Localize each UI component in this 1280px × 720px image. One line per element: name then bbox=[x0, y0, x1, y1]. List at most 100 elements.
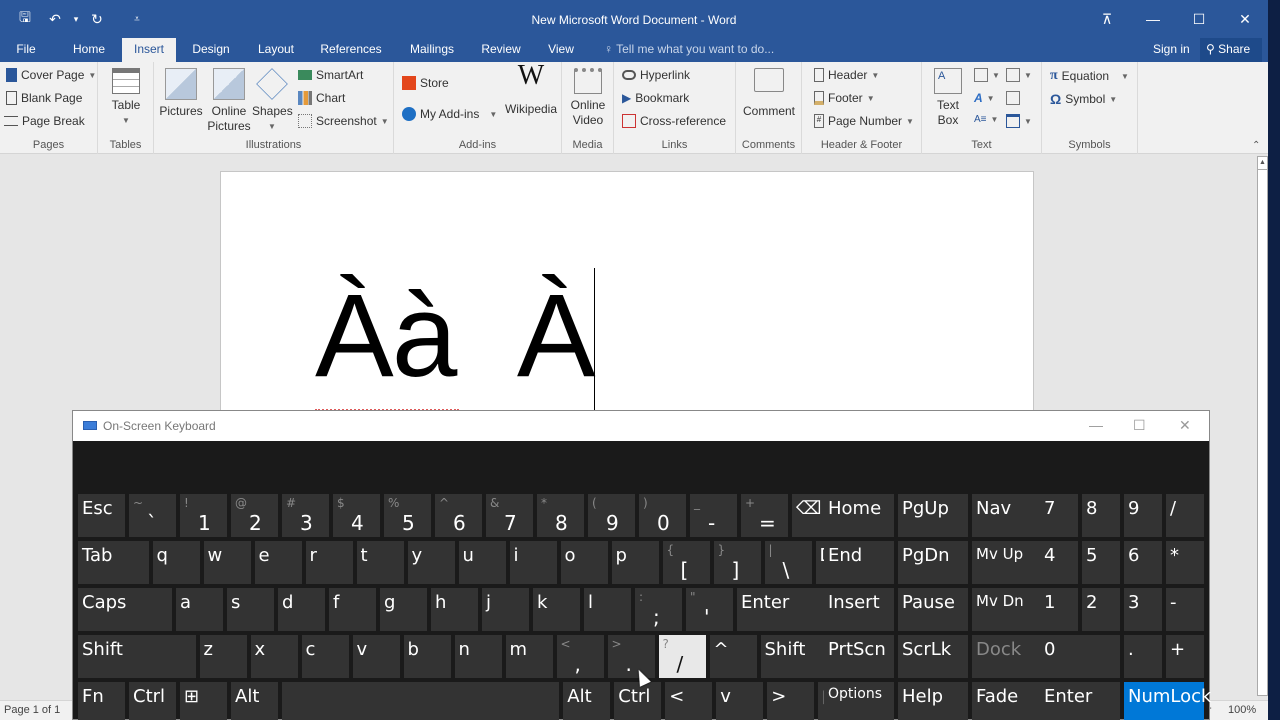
key-esc[interactable]: Esc bbox=[78, 494, 125, 537]
scrollbar-track[interactable] bbox=[1257, 156, 1268, 696]
bookmark-button[interactable]: ▶ Bookmark bbox=[622, 91, 689, 105]
key-numpad-enter[interactable]: Enter bbox=[1040, 682, 1120, 720]
key-period[interactable]: >. bbox=[607, 635, 655, 678]
tell-me-box[interactable]: ♀ Tell me what you want to do... bbox=[604, 42, 774, 56]
key-quote[interactable]: " ' bbox=[686, 588, 733, 631]
quick-parts-button[interactable]: ▼ bbox=[974, 68, 1000, 82]
tab-review[interactable]: Review bbox=[476, 38, 526, 62]
key-numpad-4[interactable]: 4 bbox=[1040, 541, 1078, 584]
key-up-arrow[interactable]: ^ bbox=[709, 635, 757, 678]
key-numpad-6[interactable]: 6 bbox=[1124, 541, 1162, 584]
my-addins-button[interactable]: My Add-ins ▼ bbox=[402, 107, 497, 121]
maximize-button[interactable]: ☐ bbox=[1176, 0, 1222, 38]
key-7[interactable]: & 7 bbox=[486, 494, 533, 537]
key-numpad-0[interactable]: 0 bbox=[1040, 635, 1120, 678]
key-x[interactable]: x bbox=[250, 635, 298, 678]
key-f[interactable]: f bbox=[329, 588, 376, 631]
key-9[interactable]: (9 bbox=[588, 494, 635, 537]
screenshot-button[interactable]: Screenshot ▼ bbox=[298, 114, 389, 128]
key-space[interactable] bbox=[282, 682, 560, 720]
page-number-button[interactable]: # Page Number ▼ bbox=[814, 114, 914, 128]
page-break-button[interactable]: Page Break bbox=[4, 114, 85, 128]
text-box-button[interactable]: A Text Box bbox=[928, 68, 968, 128]
key-p[interactable]: p bbox=[611, 541, 659, 584]
object-button[interactable]: ▼ bbox=[1006, 114, 1032, 128]
table-button[interactable]: Table ▼ bbox=[106, 68, 146, 128]
key-z[interactable]: z bbox=[199, 635, 247, 678]
key-down-arrow[interactable]: v bbox=[716, 682, 764, 720]
online-pictures-button[interactable]: Online Pictures bbox=[206, 68, 252, 134]
key-numpad-decimal[interactable]: . bbox=[1124, 635, 1162, 678]
key-scrlk[interactable]: ScrLk bbox=[898, 635, 968, 678]
close-button[interactable]: ✕ bbox=[1222, 0, 1268, 38]
key-home[interactable]: Home bbox=[824, 494, 894, 537]
key-numpad-8[interactable]: 8 bbox=[1082, 494, 1120, 537]
key-1[interactable]: ! 1 bbox=[180, 494, 227, 537]
key-help[interactable]: Help bbox=[898, 682, 968, 720]
key-4[interactable]: $4 bbox=[333, 494, 380, 537]
key-pause[interactable]: Pause bbox=[898, 588, 968, 631]
blank-page-button[interactable]: Blank Page bbox=[6, 91, 82, 105]
key-ctrl[interactable]: Ctrl bbox=[614, 682, 662, 720]
key-ctrl[interactable]: Ctrl bbox=[129, 682, 176, 720]
collapse-ribbon-icon[interactable]: ⌃ bbox=[1252, 140, 1260, 151]
sign-in-link[interactable]: Sign in bbox=[1153, 42, 1190, 56]
key-right-bracket[interactable]: }] bbox=[713, 541, 761, 584]
key-minus[interactable]: _ - bbox=[690, 494, 737, 537]
osk-title-bar[interactable]: On-Screen Keyboard — ☐ ✕ bbox=[73, 411, 1209, 441]
key-g[interactable]: g bbox=[380, 588, 427, 631]
key-s[interactable]: s bbox=[227, 588, 274, 631]
key-numpad-add[interactable]: + bbox=[1166, 635, 1204, 678]
tab-home[interactable]: Home bbox=[62, 38, 116, 62]
key-insert[interactable]: Insert bbox=[824, 588, 894, 631]
key-options[interactable]: Options bbox=[824, 682, 894, 720]
key-t[interactable]: t bbox=[356, 541, 404, 584]
key-backtick[interactable]: ~ ` bbox=[129, 494, 176, 537]
document-text[interactable]: Àà À bbox=[315, 268, 596, 404]
key-numpad-9[interactable]: 9 bbox=[1124, 494, 1162, 537]
key-fn[interactable]: Fn bbox=[78, 682, 125, 720]
key-dock[interactable]: Dock bbox=[972, 635, 1042, 678]
key-o[interactable]: o bbox=[560, 541, 608, 584]
key-pgup[interactable]: PgUp bbox=[898, 494, 968, 537]
key-m[interactable]: m bbox=[505, 635, 553, 678]
header-button[interactable]: Header ▼ bbox=[814, 68, 879, 82]
key-i[interactable]: i bbox=[509, 541, 557, 584]
key-right-arrow[interactable]: > bbox=[767, 682, 815, 720]
osk-minimize-button[interactable]: — bbox=[1089, 417, 1103, 433]
key-a[interactable]: a bbox=[176, 588, 223, 631]
key-shift[interactable]: Shift bbox=[78, 635, 196, 678]
cross-reference-button[interactable]: Cross-reference bbox=[622, 114, 726, 128]
vertical-scrollbar[interactable]: ▲ bbox=[1256, 154, 1268, 700]
key-r[interactable]: r bbox=[305, 541, 353, 584]
key-numpad-numlock[interactable]: NumLock bbox=[1124, 682, 1211, 720]
ribbon-display-options-icon[interactable]: ⊼ bbox=[1084, 0, 1130, 38]
key-end[interactable]: End bbox=[824, 541, 894, 584]
key-h[interactable]: h bbox=[431, 588, 478, 631]
key-numpad-7[interactable]: 7 bbox=[1040, 494, 1078, 537]
key-u[interactable]: u bbox=[458, 541, 506, 584]
smartart-button[interactable]: SmartArt bbox=[298, 68, 363, 82]
key-pgdn[interactable]: PgDn bbox=[898, 541, 968, 584]
key-left-arrow[interactable]: < bbox=[665, 682, 713, 720]
key-5[interactable]: % 5 bbox=[384, 494, 431, 537]
key-fade[interactable]: Fade bbox=[972, 682, 1042, 720]
key-numpad-2[interactable]: 2 bbox=[1082, 588, 1120, 631]
osk-maximize-button[interactable]: ☐ bbox=[1133, 417, 1146, 434]
key-equals[interactable]: + = bbox=[741, 494, 788, 537]
key-8[interactable]: * 8 bbox=[537, 494, 584, 537]
key-backslash[interactable]: | \ bbox=[764, 541, 812, 584]
symbol-button[interactable]: Ω Symbol ▼ bbox=[1050, 91, 1117, 107]
pictures-button[interactable]: Pictures bbox=[158, 68, 204, 119]
date-time-button[interactable] bbox=[1006, 91, 1020, 105]
tab-insert[interactable]: Insert bbox=[122, 38, 176, 62]
scroll-up-icon[interactable]: ▲ bbox=[1257, 156, 1268, 170]
online-video-button[interactable]: Online Video bbox=[566, 68, 610, 128]
signature-line-button[interactable]: ▼ bbox=[1006, 68, 1032, 82]
shapes-button[interactable]: Shapes ▼ bbox=[252, 68, 293, 134]
key-mv-up[interactable]: Mv Up bbox=[972, 541, 1042, 584]
store-button[interactable]: Store bbox=[402, 76, 449, 90]
key-slash[interactable]: ? / bbox=[658, 635, 706, 678]
key-l[interactable]: l bbox=[584, 588, 631, 631]
drop-cap-button[interactable]: A≡ ▼ bbox=[974, 114, 998, 125]
